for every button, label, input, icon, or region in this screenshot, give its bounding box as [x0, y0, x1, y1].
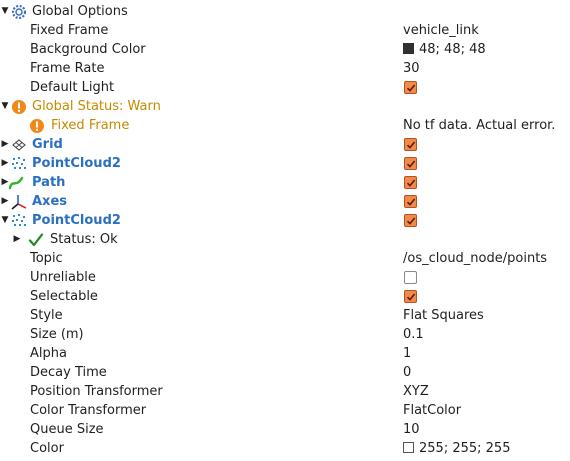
tree-row-size[interactable]: Size (m) 0.1	[0, 325, 570, 344]
axes-enabled-checkbox[interactable]	[404, 195, 417, 208]
property-label: Fixed Frame	[30, 23, 109, 38]
background-color-value[interactable]: 48; 48; 48	[403, 40, 486, 59]
pointcloud2-enabled-checkbox[interactable]	[404, 214, 417, 227]
fixed-frame-value[interactable]: vehicle_link	[403, 21, 479, 40]
property-label: Default Light	[30, 80, 115, 95]
tree-row-queue-size[interactable]: Queue Size 10	[0, 420, 570, 439]
tree-row-alpha[interactable]: Alpha 1	[0, 344, 570, 363]
gear-icon	[11, 4, 27, 20]
tree-row-global-options[interactable]: ▼ Global Options	[0, 2, 570, 21]
tree-row-position-transformer[interactable]: Position Transformer XYZ	[0, 382, 570, 401]
tree-row-status-fixed-frame[interactable]: Fixed Frame No tf data. Actual error.	[0, 116, 570, 135]
property-label: Style	[30, 308, 63, 323]
axes-icon	[11, 195, 27, 210]
expand-arrow-icon[interactable]: ▼	[0, 2, 10, 21]
property-label: Queue Size	[30, 422, 104, 437]
global-options-label: Global Options	[32, 4, 128, 19]
expand-arrow-icon[interactable]: ▶	[0, 154, 10, 173]
topic-value[interactable]: /os_cloud_node/points	[403, 249, 547, 268]
status-fixed-frame-label: Fixed Frame	[51, 118, 130, 133]
decay-time-value[interactable]: 0	[403, 363, 411, 382]
pointcloud2-enabled-checkbox[interactable]	[404, 157, 417, 170]
color-transformer-value[interactable]: FlatColor	[403, 401, 461, 420]
tree-row-frame-rate[interactable]: Frame Rate 30	[0, 59, 570, 78]
display-name-path: Path	[32, 175, 66, 190]
tree-row-color[interactable]: Color 255; 255; 255	[0, 439, 570, 458]
property-label: Color	[30, 441, 64, 456]
tree-row-axes[interactable]: ▶ Axes	[0, 192, 570, 211]
alpha-value[interactable]: 1	[403, 344, 411, 363]
global-status-label: Global Status: Warn	[32, 99, 161, 114]
path-icon	[8, 176, 24, 190]
status-ok-label: Status: Ok	[50, 232, 118, 247]
color-value[interactable]: 255; 255; 255	[403, 439, 510, 458]
color-text: 255; 255; 255	[419, 441, 511, 456]
position-transformer-value[interactable]: XYZ	[403, 382, 429, 401]
status-fixed-frame-message: No tf data. Actual error.	[403, 118, 556, 133]
property-label: Frame Rate	[30, 61, 105, 76]
display-name-axes: Axes	[32, 194, 68, 209]
display-name-pointcloud2: PointCloud2	[32, 156, 121, 171]
display-name-grid: Grid	[32, 137, 63, 152]
tree-row-style[interactable]: Style Flat Squares	[0, 306, 570, 325]
tree-row-status-ok[interactable]: ▶ Status: Ok	[0, 230, 570, 249]
warning-icon	[12, 100, 26, 114]
tree-row-background-color[interactable]: Background Color 48; 48; 48	[0, 40, 570, 59]
property-label: Color Transformer	[30, 403, 147, 418]
path-enabled-checkbox[interactable]	[404, 176, 417, 189]
color-swatch	[403, 442, 414, 453]
frame-rate-value[interactable]: 30	[403, 59, 420, 78]
queue-size-value[interactable]: 10	[403, 420, 420, 439]
style-value[interactable]: Flat Squares	[403, 306, 484, 325]
tree-row-pointcloud2-expanded[interactable]: ▼ PointCloud2	[0, 211, 570, 230]
checkmark-icon	[28, 233, 44, 247]
warning-icon	[30, 119, 44, 133]
expand-arrow-icon[interactable]: ▶	[0, 192, 10, 211]
pointcloud-icon	[12, 214, 26, 226]
property-label: Selectable	[30, 289, 98, 304]
tree-row-color-transformer[interactable]: Color Transformer FlatColor	[0, 401, 570, 420]
property-label: Topic	[30, 251, 63, 266]
tree-row-fixed-frame[interactable]: Fixed Frame vehicle_link	[0, 21, 570, 40]
pointcloud-icon	[12, 157, 26, 169]
unreliable-checkbox[interactable]	[404, 271, 417, 284]
grid-enabled-checkbox[interactable]	[404, 138, 417, 151]
property-label: Unreliable	[30, 270, 96, 285]
tree-row-decay-time[interactable]: Decay Time 0	[0, 363, 570, 382]
grid-icon	[12, 139, 26, 151]
expand-arrow-icon[interactable]: ▶	[12, 230, 22, 249]
tree-row-global-status[interactable]: ▼ Global Status: Warn	[0, 97, 570, 116]
size-value[interactable]: 0.1	[403, 325, 424, 344]
tree-row-grid[interactable]: ▶ Grid	[0, 135, 570, 154]
property-label: Background Color	[30, 42, 146, 57]
expand-arrow-icon[interactable]: ▼	[0, 211, 10, 230]
background-color-text: 48; 48; 48	[419, 42, 486, 57]
color-swatch	[403, 43, 414, 54]
tree-row-path[interactable]: ▶ Path	[0, 173, 570, 192]
tree-row-selectable[interactable]: Selectable	[0, 287, 570, 306]
property-label: Alpha	[30, 346, 67, 361]
expand-arrow-icon[interactable]: ▶	[0, 135, 10, 154]
selectable-checkbox[interactable]	[404, 290, 417, 303]
property-label: Decay Time	[30, 365, 107, 380]
property-label: Position Transformer	[30, 384, 163, 399]
expand-arrow-icon[interactable]: ▼	[0, 97, 10, 116]
tree-row-topic[interactable]: Topic /os_cloud_node/points	[0, 249, 570, 268]
tree-row-default-light[interactable]: Default Light	[0, 78, 570, 97]
tree-row-pointcloud2[interactable]: ▶ PointCloud2	[0, 154, 570, 173]
default-light-checkbox[interactable]	[404, 81, 417, 94]
display-name-pointcloud2: PointCloud2	[32, 213, 121, 228]
tree-row-unreliable[interactable]: Unreliable	[0, 268, 570, 287]
property-label: Size (m)	[30, 327, 84, 342]
